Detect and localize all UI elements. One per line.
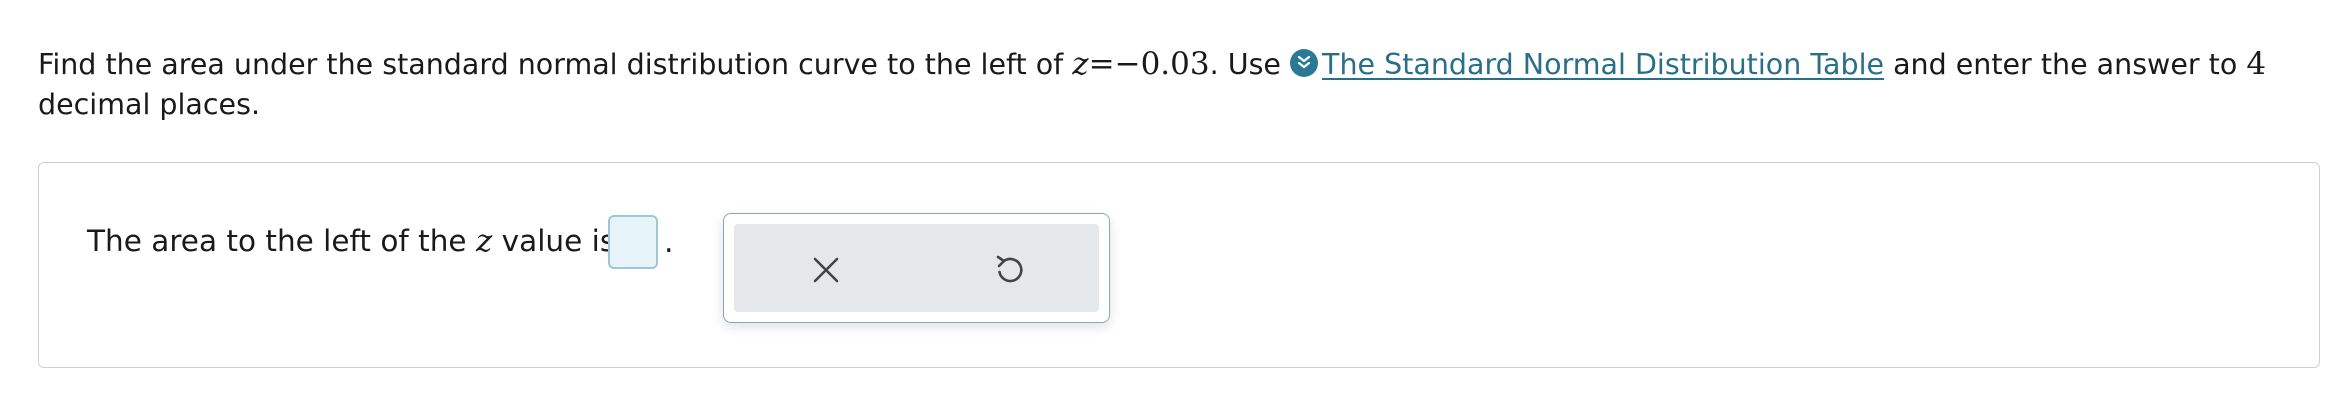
- answer-z-symbol: z: [475, 223, 493, 259]
- question-text: Find the area under the standard normal …: [38, 44, 2288, 125]
- standard-normal-table-link[interactable]: The Standard Normal Distribution Table: [1322, 48, 1884, 81]
- expand-info-icon[interactable]: [1290, 49, 1319, 77]
- question-prefix: Find the area under the standard normal …: [38, 48, 1073, 81]
- answer-tools-bar: [734, 224, 1099, 312]
- answer-tools-popup: [723, 213, 1110, 323]
- close-icon: [813, 257, 839, 283]
- answer-prompt: The area to the left of the z value is: [87, 221, 615, 261]
- decimal-digits: 4: [2246, 46, 2267, 82]
- question-use: . Use: [1209, 48, 1291, 81]
- undo-button[interactable]: [987, 248, 1031, 292]
- answer-input[interactable]: [608, 215, 658, 269]
- answer-panel: The area to the left of the z value is .: [38, 162, 2320, 368]
- equals-sign: =: [1088, 46, 1115, 82]
- answer-prompt-after: value is: [492, 224, 616, 258]
- question-end: decimal places.: [38, 88, 261, 121]
- z-value: −0.03: [1114, 46, 1210, 82]
- answer-prompt-before: The area to the left of the: [87, 224, 476, 258]
- answer-period: .: [664, 225, 674, 260]
- clear-answer-button[interactable]: [804, 248, 848, 292]
- z-expression: z=−0.03: [1072, 46, 1209, 82]
- question-suffix: and enter the answer to: [1884, 48, 2247, 81]
- z-symbol: z: [1072, 46, 1089, 82]
- undo-icon: [996, 255, 1023, 283]
